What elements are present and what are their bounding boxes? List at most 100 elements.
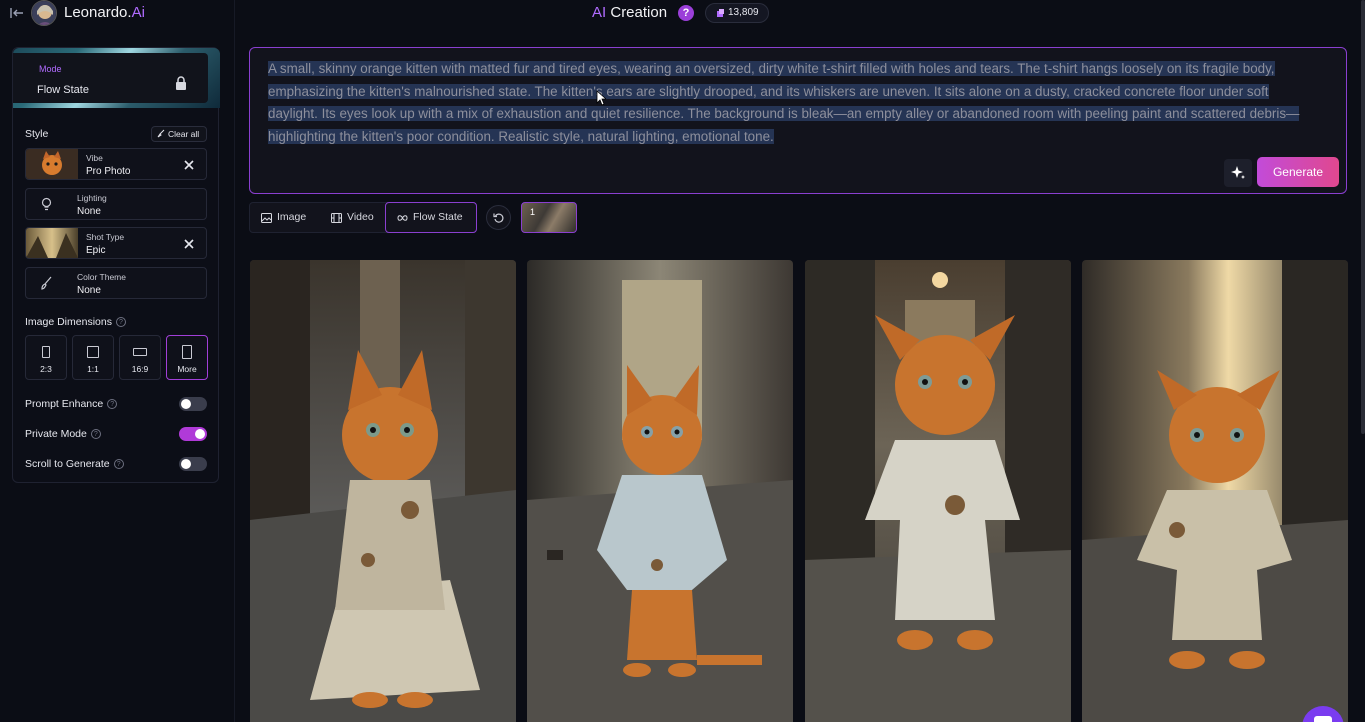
dimension-more-button[interactable]: More	[166, 335, 208, 380]
title-main: Creation	[606, 4, 668, 21]
prompt-selected-text: A small, skinny orange kitten with matte…	[268, 61, 1300, 144]
style-row-label: Color Theme	[77, 272, 126, 282]
mode-card[interactable]: Mode Flow State	[13, 48, 220, 108]
style-row-value: Pro Photo	[86, 166, 131, 177]
style-row-value: None	[77, 285, 101, 296]
square-icon	[87, 346, 99, 358]
generated-image-1[interactable]	[250, 260, 516, 722]
mode-value: Flow State	[37, 84, 89, 96]
toggle-label: Scroll to Generate	[25, 458, 110, 470]
clear-all-button[interactable]: Clear all	[151, 126, 207, 142]
tab-label: Video	[347, 211, 374, 223]
image-dimensions-label: Image Dimensions	[25, 316, 112, 328]
dimension-label: 1:1	[87, 364, 99, 374]
title-prefix: AI	[592, 4, 607, 21]
scroll-to-generate-row: Scroll to Generate?	[25, 458, 124, 470]
kitten-image	[1082, 260, 1348, 722]
style-row-shot-type[interactable]: Shot Type Epic	[25, 227, 207, 259]
refresh-icon	[493, 213, 504, 223]
chat-icon	[1314, 716, 1332, 722]
mode-inner: Mode Flow State	[13, 53, 208, 103]
style-row-value: Epic	[86, 245, 106, 256]
style-row-color-theme[interactable]: Color Theme None	[25, 267, 207, 299]
lightbulb-icon	[40, 197, 53, 211]
vibe-thumbnail	[26, 149, 78, 179]
toggle-label: Prompt Enhance	[25, 398, 104, 410]
info-icon[interactable]: ?	[90, 429, 101, 440]
clear-all-label: Clear all	[168, 129, 200, 139]
shot-type-thumbnail	[26, 228, 78, 258]
remove-vibe-icon[interactable]	[183, 158, 195, 170]
landscape-icon	[133, 348, 147, 356]
tab-label: Image	[277, 211, 307, 223]
brand-suffix: Ai	[131, 4, 145, 21]
image-dimensions-heading: Image Dimensions?	[25, 316, 126, 328]
generate-button[interactable]: Generate	[1257, 157, 1339, 187]
generated-image-3[interactable]	[805, 260, 1071, 722]
prompt-input[interactable]: A small, skinny orange kitten with matte…	[249, 47, 1347, 194]
top-header: Leonardo.Ai AI Creation ? 13,809	[0, 0, 1365, 26]
kitten-image	[250, 260, 516, 722]
info-icon[interactable]: ?	[107, 399, 118, 410]
page-scrollbar[interactable]	[1361, 0, 1365, 434]
video-icon	[331, 213, 342, 223]
generated-image-2[interactable]	[527, 260, 793, 722]
generated-image-4[interactable]	[1082, 260, 1348, 722]
portrait-icon	[42, 346, 50, 358]
toggle-label: Private Mode	[25, 428, 87, 440]
dimension-16-9-button[interactable]: 16:9	[119, 335, 161, 380]
reset-history-button[interactable]	[486, 205, 511, 230]
style-row-lighting[interactable]: Lighting None	[25, 188, 207, 220]
page-title: AI Creation	[592, 4, 667, 21]
brand-text: Leonardo.	[64, 4, 132, 21]
private-mode-row: Private Mode?	[25, 428, 101, 440]
sparkle-icon	[1231, 166, 1245, 179]
more-dimensions-icon	[182, 345, 192, 359]
brand-name[interactable]: Leonardo.Ai	[64, 4, 145, 21]
mode-label: Mode	[39, 64, 62, 74]
private-mode-toggle[interactable]	[179, 427, 207, 441]
info-icon[interactable]: ?	[115, 317, 126, 328]
prompt-enhance-toggle[interactable]	[179, 397, 207, 411]
remove-shot-type-icon[interactable]	[183, 237, 195, 249]
info-icon[interactable]: ?	[113, 459, 124, 470]
kitten-image	[527, 260, 793, 722]
tab-flow-state[interactable]: Flow State	[385, 202, 477, 233]
token-icon	[717, 9, 724, 17]
token-balance[interactable]: 13,809	[705, 3, 769, 23]
leonardo-logo-icon[interactable]	[31, 0, 57, 26]
kitten-image	[805, 260, 1071, 722]
dimension-2-3-button[interactable]: 2:3	[25, 335, 67, 380]
style-row-value: None	[77, 206, 101, 217]
help-icon[interactable]: ?	[678, 5, 694, 21]
dimension-1-1-button[interactable]: 1:1	[72, 335, 114, 380]
dimension-label: 2:3	[40, 364, 52, 374]
scroll-to-generate-toggle[interactable]	[179, 457, 207, 471]
generation-settings-panel: Mode Flow State Style Clear all Vibe Pro…	[12, 47, 220, 483]
tab-video[interactable]: Video	[320, 203, 386, 232]
prompt-text[interactable]: A small, skinny orange kitten with matte…	[268, 58, 1318, 148]
mouse-cursor-icon	[596, 90, 606, 106]
toggle-knob	[195, 429, 205, 439]
generation-queue-thumbnail[interactable]: 1	[521, 202, 577, 233]
output-type-tabs: Image Video Flow State	[249, 202, 477, 233]
style-row-label: Vibe	[86, 153, 103, 163]
broom-icon	[157, 129, 165, 138]
toggle-knob	[181, 459, 191, 469]
style-label: Style	[25, 128, 49, 140]
style-row-vibe[interactable]: Vibe Pro Photo	[25, 148, 207, 180]
lock-icon	[175, 76, 187, 90]
paint-brush-icon	[40, 276, 53, 290]
dimension-label: More	[177, 364, 197, 374]
image-icon	[261, 213, 272, 223]
style-row-label: Shot Type	[86, 232, 125, 242]
style-row-label: Lighting	[77, 193, 107, 203]
sidebar-divider	[234, 0, 235, 722]
tab-image[interactable]: Image	[250, 203, 319, 232]
tab-label: Flow State	[413, 211, 463, 223]
queue-count: 1	[530, 207, 536, 217]
token-count: 13,809	[728, 7, 759, 18]
prompt-enhance-row: Prompt Enhance?	[25, 398, 118, 410]
collapse-sidebar-icon[interactable]	[8, 4, 26, 22]
prompt-enhance-button[interactable]	[1224, 159, 1252, 187]
